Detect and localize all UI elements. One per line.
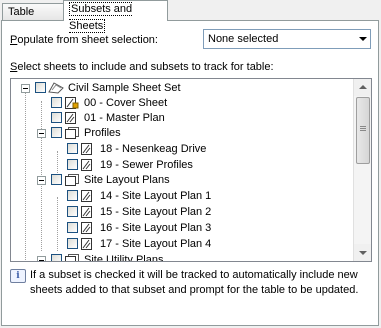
- sheet-icon: [81, 190, 92, 202]
- tree-row-sheet[interactable]: 16 - Site Layout Plan 3: [11, 220, 351, 236]
- checkbox[interactable]: [67, 190, 78, 201]
- checkbox[interactable]: [67, 143, 78, 154]
- collapse-icon[interactable]: [37, 176, 46, 185]
- tree-row-sheet[interactable]: 18 - Nesenkeag Drive: [11, 141, 351, 157]
- tree-row-root[interactable]: Civil Sample Sheet Set: [11, 80, 351, 96]
- checkbox[interactable]: [67, 206, 78, 217]
- tree-row-subset[interactable]: Site Layout Plans: [11, 172, 351, 188]
- tree-label: 00 - Cover Sheet: [84, 97, 168, 109]
- tree-label: 16 - Site Layout Plan 3: [100, 222, 212, 234]
- tree-label: 15 - Site Layout Plan 2: [100, 206, 212, 218]
- checkbox[interactable]: [67, 222, 78, 233]
- scroll-down-button[interactable]: [354, 244, 371, 261]
- sheet-icon: [81, 238, 92, 250]
- tree-label: 17 - Site Layout Plan 4: [100, 238, 212, 250]
- tree-label: Site Utility Plans: [84, 254, 164, 262]
- tree-label: Site Layout Plans: [84, 174, 170, 186]
- tree-label: 19 - Sewer Profiles: [100, 159, 193, 171]
- checkbox[interactable]: [51, 97, 62, 108]
- sheet-icon: [81, 143, 92, 155]
- collapse-icon[interactable]: [21, 84, 30, 93]
- checkbox[interactable]: [51, 254, 62, 261]
- sheet-icon: [81, 222, 92, 234]
- tab-strip: Table Data Subsets and Sheets: [0, 0, 381, 35]
- tree-row-sheet[interactable]: 15 - Site Layout Plan 2: [11, 204, 351, 220]
- tree-row-sheet[interactable]: 14 - Site Layout Plan 1: [11, 188, 351, 204]
- tree-row-sheet[interactable]: 17 - Site Layout Plan 4: [11, 236, 351, 252]
- tree-label: 18 - Nesenkeag Drive: [100, 143, 207, 155]
- scroll-up-button[interactable]: [354, 79, 371, 96]
- subset-icon: [65, 127, 79, 139]
- tree-row-subset[interactable]: Site Utility Plans: [11, 252, 351, 262]
- collapse-icon[interactable]: [37, 129, 46, 138]
- tree-row-subset[interactable]: Profiles: [11, 125, 351, 141]
- populate-label: Populate from sheet selection:: [10, 34, 158, 46]
- chevron-down-icon: [359, 37, 367, 41]
- info-icon: i: [10, 269, 26, 283]
- tree-row-sheet[interactable]: 00 - Cover Sheet: [11, 95, 351, 111]
- tree-label: Profiles: [84, 127, 121, 139]
- tree-label: 01 - Master Plan: [84, 112, 165, 124]
- tab-table-data[interactable]: Table Data: [2, 3, 64, 35]
- tree-row-sheet[interactable]: 01 - Master Plan: [11, 110, 351, 126]
- checkbox[interactable]: [51, 127, 62, 138]
- populate-dropdown[interactable]: None selected: [203, 29, 371, 49]
- tab-subsets-and-sheets[interactable]: Subsets and Sheets: [63, 0, 168, 33]
- vertical-scrollbar[interactable]: [353, 79, 371, 261]
- sheet-locked-icon: [65, 97, 79, 109]
- checkbox[interactable]: [51, 112, 62, 123]
- scroll-thumb[interactable]: [356, 97, 370, 164]
- sheet-icon: [81, 159, 92, 171]
- checkbox[interactable]: [35, 82, 46, 93]
- sheet-set-icon: [48, 82, 64, 94]
- checkbox[interactable]: [67, 238, 78, 249]
- subset-icon: [65, 174, 79, 186]
- tree-label: Civil Sample Sheet Set: [68, 82, 181, 94]
- subset-icon: [65, 254, 79, 261]
- sheet-icon: [81, 206, 92, 218]
- checkbox[interactable]: [51, 174, 62, 185]
- info-text: If a subset is checked it will be tracke…: [30, 269, 359, 296]
- tree-label: 14 - Site Layout Plan 1: [100, 190, 212, 202]
- sheet-tree[interactable]: Civil Sample Sheet Set 00 - Cover Sheet …: [10, 78, 372, 262]
- sheet-icon: [65, 112, 76, 124]
- tree-row-sheet[interactable]: 19 - Sewer Profiles: [11, 157, 351, 173]
- collapse-icon[interactable]: [37, 256, 46, 261]
- checkbox[interactable]: [67, 159, 78, 170]
- select-sheets-label: Select sheets to include and subsets to …: [10, 61, 274, 73]
